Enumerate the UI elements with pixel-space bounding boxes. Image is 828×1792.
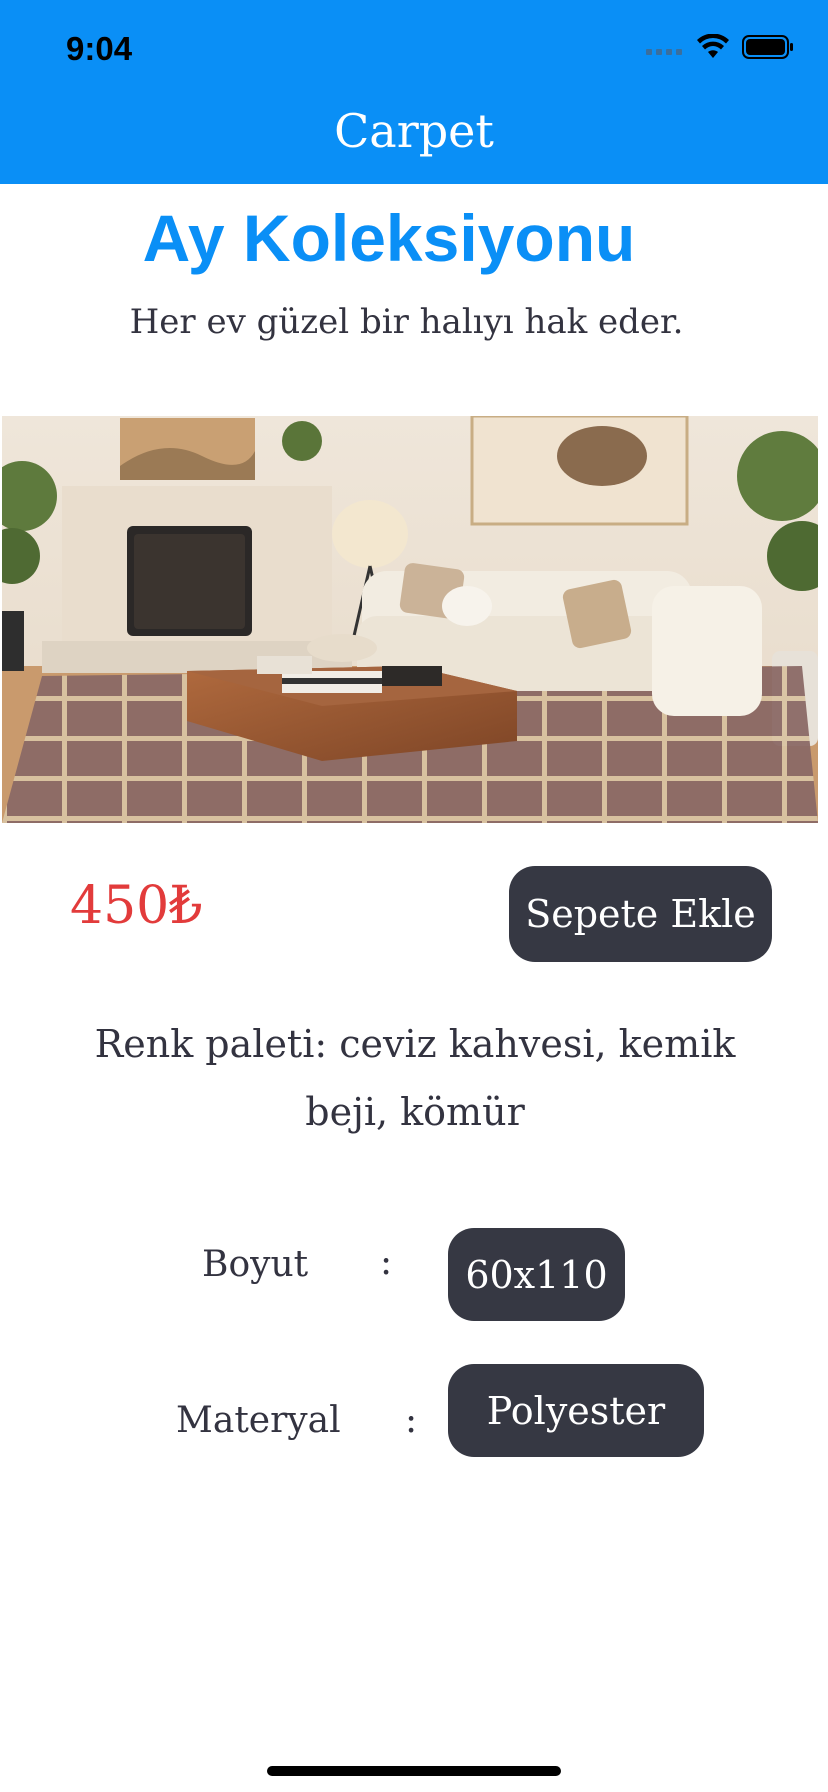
material-button[interactable]: Polyester bbox=[448, 1364, 704, 1457]
nav-title: Carpet bbox=[334, 104, 494, 158]
wifi-icon bbox=[696, 33, 730, 64]
material-label: Materyal bbox=[176, 1400, 341, 1441]
size-label: Boyut bbox=[202, 1244, 309, 1285]
add-to-cart-button[interactable]: Sepete Ekle bbox=[509, 866, 772, 962]
price: 450₺ bbox=[70, 876, 203, 936]
status-icons bbox=[646, 33, 794, 64]
size-button[interactable]: 60x110 bbox=[448, 1228, 625, 1321]
color-palette-text: Renk paleti: ceviz kahvesi, kemik beji, … bbox=[94, 1022, 736, 1134]
size-colon: : bbox=[380, 1242, 393, 1283]
living-room-carpet-photo bbox=[2, 416, 818, 823]
material-colon: : bbox=[405, 1400, 418, 1441]
navigation-header: 9:04 Carpet bbox=[0, 0, 828, 184]
tagline: Her ev güzel bir halıyı hak eder. bbox=[129, 302, 684, 342]
status-time: 9:04 bbox=[66, 30, 133, 67]
collection-title: Ay Koleksiyonu bbox=[142, 201, 636, 275]
product-screen: 9:04 Carpet Ay Koleksiyonu Her ev güzel … bbox=[0, 0, 828, 1792]
cellular-signal-icon bbox=[646, 40, 684, 59]
battery-icon bbox=[742, 34, 794, 64]
home-indicator[interactable] bbox=[267, 1766, 561, 1776]
